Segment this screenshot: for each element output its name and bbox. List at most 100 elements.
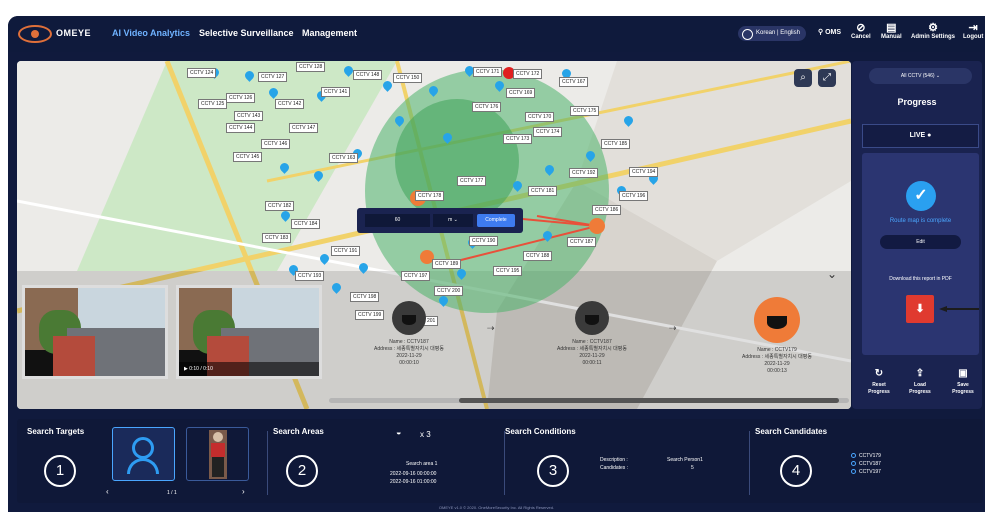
search-icon: ⌕ (800, 72, 806, 83)
search-conditions-title: Search Conditions (505, 427, 576, 436)
target-person-photo (209, 430, 227, 479)
reset-icon: ↻ (874, 368, 884, 379)
fullscreen-icon: ⤢ (823, 72, 831, 83)
nav-ai-video-analytics[interactable]: AI Video Analytics (112, 28, 190, 38)
cctv-marker[interactable] (443, 133, 452, 145)
cctv-label: CCTV 125 (198, 99, 228, 109)
scrollbar-thumb[interactable] (459, 398, 839, 403)
pdf-download-button[interactable]: ⬇ (906, 295, 934, 323)
manual-button[interactable]: ▤ Manual (881, 22, 902, 40)
cctv-label: CCTV 169 (506, 88, 536, 98)
cctv-marker[interactable] (624, 116, 633, 128)
live-button[interactable]: LIVE ● (862, 124, 979, 148)
cctv-label: CCTV 200 (434, 286, 464, 296)
save-icon: ▣ (958, 368, 968, 379)
cctv-label: CCTV 177 (457, 176, 487, 186)
next-target-icon[interactable]: › (242, 488, 245, 496)
cctv-camera-icon (392, 301, 426, 335)
chevron-down-icon: ⌄ (453, 217, 458, 223)
target-person-card[interactable] (112, 427, 175, 481)
reset-progress-button[interactable]: ↻ Reset Progress (865, 367, 893, 396)
path-node-2[interactable]: Name : CCTV187 Address : 세종특별자치시 대평동 202… (542, 301, 642, 367)
cctv-label: CCTV 196 (619, 191, 649, 201)
cctv-label: CCTV 176 (472, 102, 502, 112)
cctv-label: CCTV 126 (226, 93, 256, 103)
app-window: OMEYE AI Video Analytics Selective Surve… (8, 16, 985, 512)
cancel-button[interactable]: ⊘ Cancel (851, 22, 871, 40)
cctv-label: CCTV 190 (469, 236, 499, 246)
cctv-marker[interactable] (586, 151, 595, 163)
cctv-label: CCTV 167 (559, 77, 589, 87)
cctv-label: CCTV 142 (275, 99, 305, 109)
map-search-button[interactable]: ⌕ (794, 69, 812, 87)
arrow-right-icon: ⇢ (487, 323, 495, 333)
path-node-1[interactable]: Name : CCTV187 Address : 세종특별자치시 대평동 202… (359, 301, 459, 367)
cctv-label: CCTV 185 (601, 139, 631, 149)
pointer-arrow-icon (939, 306, 979, 312)
collapse-chevron-icon[interactable]: ⌄ (827, 267, 837, 281)
cctv-marker[interactable] (513, 181, 522, 193)
cctv-label: CCTV 195 (493, 266, 523, 276)
step-number-1: 1 (44, 455, 76, 487)
cctv-marker[interactable] (280, 163, 289, 175)
cctv-marker[interactable] (314, 171, 323, 183)
user-menu[interactable]: ⚲ OMS (818, 28, 841, 36)
radius-unit-select[interactable]: m ⌄ (433, 214, 473, 227)
cctv-marker[interactable] (320, 254, 329, 266)
top-bar: OMEYE AI Video Analytics Selective Surve… (8, 16, 985, 52)
admin-settings-button[interactable]: ⚙ Admin Settings (911, 22, 955, 40)
cctv-label: CCTV 141 (321, 87, 351, 97)
map-view[interactable]: CCTV 124 CCTV 127 CCTV 128 CCTV 148 CCTV… (17, 61, 851, 409)
area-from: 2022-09-16 00:00:00 (390, 471, 437, 477)
camera-select[interactable]: All CCTV (546) ⌄ (869, 68, 972, 84)
cctv-marker[interactable] (281, 211, 290, 223)
complete-button[interactable]: Complete (477, 214, 515, 227)
cctv-label: CCTV 175 (570, 106, 600, 116)
language-toggle[interactable]: Korean | English (738, 26, 806, 41)
load-progress-button[interactable]: ⇪ Load Progress (906, 367, 934, 396)
radio-icon (851, 453, 856, 459)
map-fullscreen-button[interactable]: ⤢ (818, 69, 836, 87)
cctv-video-player[interactable]: ▶ 0:10 / 0:10 (176, 285, 322, 379)
cctv-label: CCTV 172 (513, 69, 543, 79)
nav-selective-surveillance[interactable]: Selective Surveillance (199, 28, 294, 38)
logout-button[interactable]: ⇥ Logout (963, 22, 983, 40)
video-time: 0:10 / 0:10 (189, 366, 213, 372)
horizontal-scrollbar[interactable] (329, 398, 849, 403)
video-controls[interactable]: ▶ 0:10 / 0:10 (179, 362, 319, 376)
cctv-marker[interactable] (245, 71, 254, 83)
pdf-icon: ⬇ (915, 303, 925, 315)
cctv-marker[interactable] (359, 263, 368, 275)
logo-eye-icon (18, 25, 52, 43)
cctv-label: CCTV 181 (528, 186, 558, 196)
cctv-label: CCTV 188 (523, 251, 553, 261)
cctv-label: CCTV 170 (525, 112, 555, 122)
cctv-marker[interactable] (332, 283, 341, 295)
candidate-item[interactable]: CCTV179 (851, 453, 881, 460)
prev-target-icon[interactable]: ‹ (106, 488, 109, 496)
target-image-card[interactable] (186, 427, 249, 481)
cctv-label: CCTV 184 (291, 219, 321, 229)
cctv-marker[interactable] (543, 231, 552, 243)
candidate-item[interactable]: CCTV197 (851, 469, 881, 476)
cctv-marker[interactable] (545, 165, 554, 177)
logout-icon: ⇥ (968, 22, 978, 34)
cctv-label: CCTV 150 (393, 73, 423, 83)
radius-input[interactable]: 60 (365, 214, 430, 227)
cctv-marker[interactable] (383, 81, 392, 93)
cctv-marker[interactable] (429, 86, 438, 98)
arrow-right-icon: ⇢ (669, 323, 677, 333)
area-camera-icon: ◒ (396, 427, 402, 437)
path-node-3[interactable]: Name : CCTV179 Address : 세종특별자치시 대평동 202… (727, 297, 827, 375)
search-summary-bar: Search Targets 1 ‹ 1 / 1 › Search Areas … (17, 419, 983, 503)
cctv-marker[interactable] (495, 81, 504, 93)
cctv-marker[interactable] (395, 116, 404, 128)
save-progress-button[interactable]: ▣ Save Progress (949, 367, 977, 396)
cctv-video-snapshot[interactable] (22, 285, 168, 379)
cctv-marker[interactable] (457, 269, 466, 281)
cctv-marker[interactable] (344, 66, 353, 78)
candidate-item[interactable]: CCTV187 (851, 461, 881, 468)
nav-management[interactable]: Management (302, 28, 357, 38)
cctv-label: CCTV 128 (296, 62, 326, 72)
edit-button[interactable]: Edit (880, 235, 961, 249)
